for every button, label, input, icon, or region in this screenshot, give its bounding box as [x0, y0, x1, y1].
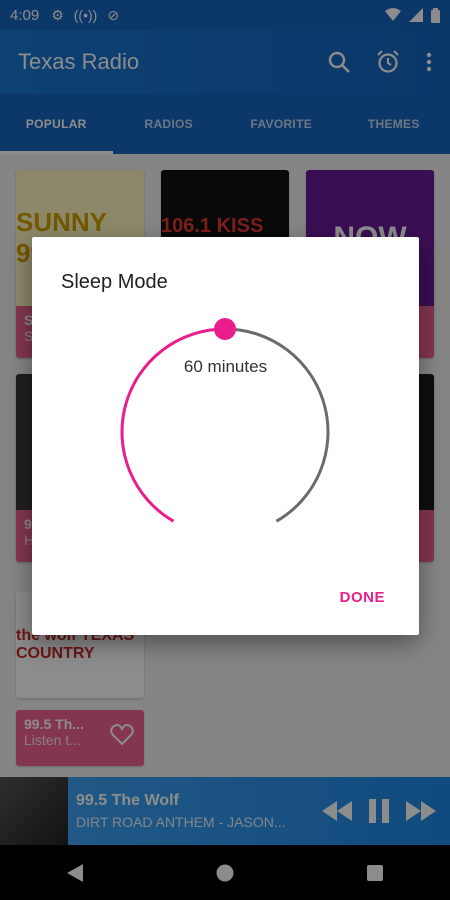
sleep-mode-dialog: Sleep Mode 60 minutes DONE — [32, 237, 419, 635]
done-button[interactable]: DONE — [340, 589, 385, 606]
dialog-title: Sleep Mode — [61, 271, 168, 293]
sleep-timer-dial[interactable] — [110, 317, 340, 547]
dial-thumb[interactable] — [214, 318, 236, 340]
sleep-duration-label: 60 minutes — [183, 357, 268, 376]
